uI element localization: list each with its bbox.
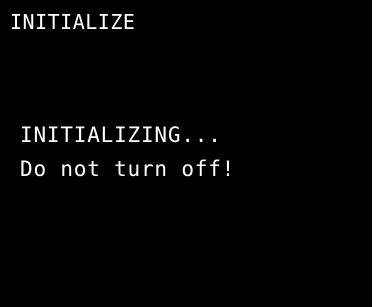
status-message: INITIALIZING... Do not turn off! [20, 118, 235, 186]
lcd-screen: INITIALIZE INITIALIZING... Do not turn o… [0, 0, 372, 307]
power-warning-text: Do not turn off! [20, 157, 236, 181]
title-divider [0, 40, 372, 42]
initializing-status-text: INITIALIZING... [20, 123, 222, 147]
screen-title: INITIALIZE [10, 10, 136, 34]
device-frame: INITIALIZE INITIALIZING... Do not turn o… [0, 0, 380, 307]
